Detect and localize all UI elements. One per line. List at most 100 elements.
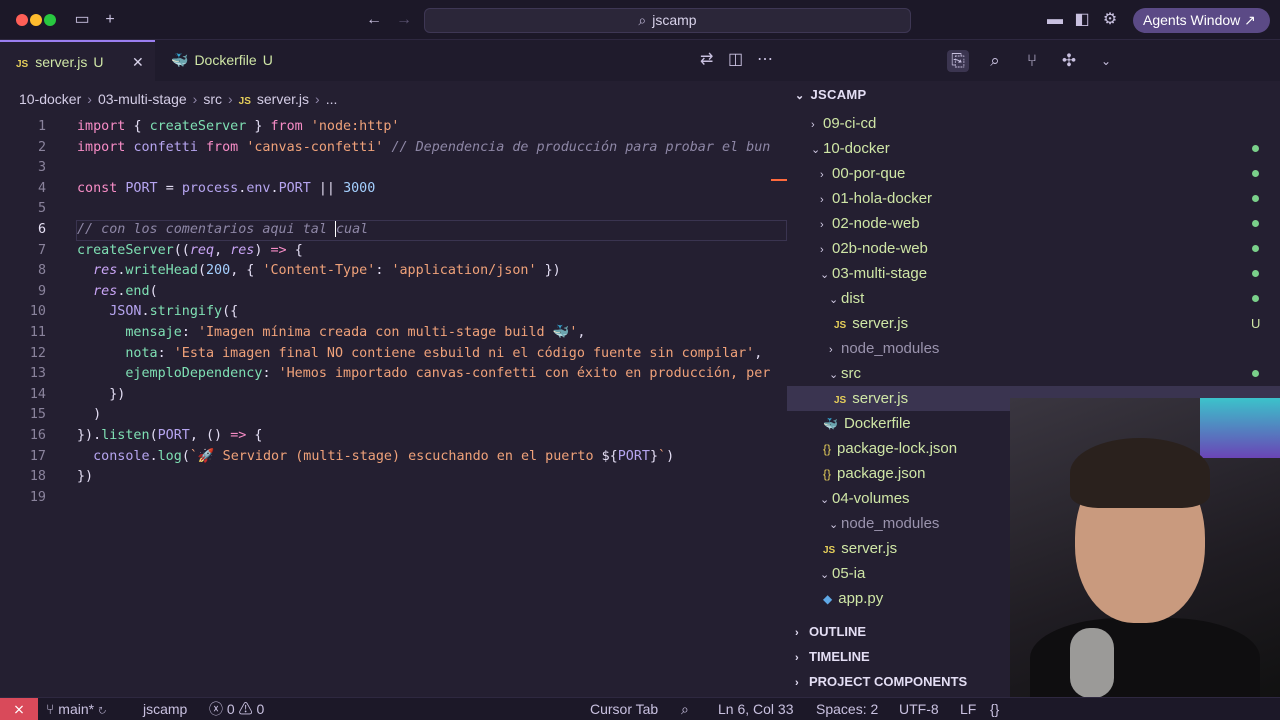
- chevron-right-icon: ›: [795, 627, 799, 639]
- tree-folder-dist[interactable]: ⌄ dist: [787, 286, 1280, 311]
- modified-dot: [1252, 295, 1259, 302]
- chevron-right-icon: ›: [829, 344, 833, 356]
- tab-dockerfile[interactable]: 🐳 Dockerfile U: [155, 40, 295, 81]
- timeline-section-header[interactable]: › TIMELINE: [795, 649, 870, 664]
- workspace-name[interactable]: jscamp: [143, 698, 187, 720]
- source-control-icon[interactable]: ⑂: [1021, 50, 1043, 72]
- explorer-root-header[interactable]: ⌄ JSCAMP: [795, 87, 867, 102]
- code-line: 2 import confetti from 'canvas-confetti' …: [37, 139, 771, 155]
- chat-icon[interactable]: ▭: [72, 10, 92, 30]
- modified-dot: [1252, 245, 1259, 252]
- remote-indicator-icon[interactable]: ⨯: [0, 698, 38, 720]
- error-icon: ⓧ: [209, 701, 227, 717]
- tree-folder-01-hola-docker[interactable]: › 01-hola-docker: [787, 186, 1280, 211]
- untracked-badge: U: [1251, 316, 1261, 331]
- tree-folder-03-multi-stage[interactable]: ⌄ 03-multi-stage: [787, 261, 1280, 286]
- chevron-down-icon: ⌄: [829, 294, 839, 306]
- breadcrumb-item[interactable]: 10-docker: [19, 91, 81, 107]
- tab-label: Dockerfile: [194, 52, 257, 68]
- branch-indicator[interactable]: ⑂ main* ↻: [46, 698, 106, 720]
- gear-icon[interactable]: ⚙: [1100, 10, 1120, 30]
- chevron-right-icon: ›: [820, 169, 824, 181]
- modified-dot: [1252, 270, 1259, 277]
- chevron-down-icon: ⌄: [820, 569, 830, 581]
- close-icon[interactable]: ✕: [132, 42, 144, 83]
- toggle-sidebar-icon[interactable]: ◧: [1072, 10, 1092, 30]
- background-light: [1200, 398, 1280, 458]
- code-line: 14 }): [29, 386, 126, 402]
- problems-indicator[interactable]: ⓧ 0 ⚠ 0: [209, 698, 264, 720]
- code-line: 13 ejemploDependency: 'Hemos importado c…: [29, 366, 771, 382]
- cursor-tab-item[interactable]: Cursor Tab: [590, 698, 658, 720]
- webcam-overlay: [1010, 398, 1280, 698]
- breadcrumb-item[interactable]: 03-multi-stage: [98, 91, 187, 107]
- line-ending[interactable]: LF: [960, 698, 976, 720]
- chevron-right-icon: ›: [795, 677, 799, 689]
- docker-icon: 🐳: [171, 52, 189, 68]
- maximize-window-button[interactable]: [44, 14, 56, 26]
- code-editor[interactable]: 1 import { createServer } from 'node:http…: [0, 117, 787, 637]
- code-line-active: 6// con los comentarios aqui tal cual: [0, 220, 787, 241]
- zoom-icon[interactable]: ⌕: [681, 698, 689, 720]
- modified-dot: [1252, 145, 1259, 152]
- toggle-panel-icon[interactable]: ▬: [1045, 10, 1065, 30]
- chevron-right-icon: ›: [820, 244, 824, 256]
- chevron-down-icon: ⌄: [811, 144, 821, 156]
- breadcrumb: 10-docker › 03-multi-stage › src › JS server.js…: [19, 89, 337, 109]
- tab-server-js[interactable]: JS server.js U ✕: [0, 40, 155, 81]
- code-line: 11 mensaje: 'Imagen mínima creada con mu…: [29, 325, 586, 340]
- cursor-position[interactable]: Ln 6, Col 33: [718, 698, 794, 720]
- close-window-button[interactable]: [16, 14, 28, 26]
- breadcrumb-item[interactable]: src: [203, 91, 222, 107]
- modified-dot: [1252, 220, 1259, 227]
- explorer-files-icon[interactable]: ⎘: [947, 50, 969, 72]
- json-file-icon: {}: [823, 442, 832, 456]
- code-line: 1 import { createServer } from 'node:http…: [37, 119, 400, 134]
- javascript-file-icon: JS: [834, 395, 847, 406]
- chevron-right-icon: ›: [315, 91, 320, 107]
- tree-folder-00-por-que[interactable]: › 00-por-que: [787, 161, 1280, 186]
- tree-file-server-js[interactable]: JS server.js U: [787, 311, 1280, 336]
- untracked-badge: U: [262, 52, 273, 68]
- tree-folder-src[interactable]: ⌄ src: [787, 361, 1280, 386]
- tree-folder-02-node-web[interactable]: › 02-node-web: [787, 211, 1280, 236]
- compare-icon[interactable]: ⇄: [700, 52, 713, 68]
- project-components-section-header[interactable]: › PROJECT COMPONENTS: [795, 674, 967, 689]
- more-actions-icon[interactable]: ⋯: [757, 52, 773, 68]
- sync-icon: ↻: [97, 701, 107, 717]
- title-bar: ▭ + ← → ⌕ jscamp ▬ ◧ ⚙ Agents Window ↗: [0, 0, 1280, 40]
- branch-icon: ⑂: [46, 701, 59, 717]
- tree-folder-09-ci-cd[interactable]: › 09-ci-cd: [787, 111, 1280, 136]
- scrollbar-change-marker: [771, 179, 787, 181]
- tab-label: server.js: [35, 54, 88, 70]
- back-arrow-icon[interactable]: ←: [364, 10, 384, 30]
- presenter-body: [1030, 618, 1260, 698]
- chevron-down-icon[interactable]: ⌄: [1095, 50, 1117, 72]
- split-editor-icon[interactable]: ◫: [728, 52, 743, 68]
- language-mode-icon[interactable]: {}: [990, 698, 999, 720]
- code-line: 9 res.end(: [37, 283, 158, 299]
- tree-folder-node-modules[interactable]: › node_modules: [787, 336, 1280, 361]
- tree-folder-02b-node-web[interactable]: › 02b-node-web: [787, 236, 1280, 261]
- code-line: 15 ): [29, 407, 102, 423]
- breadcrumb-item[interactable]: ...: [326, 91, 338, 107]
- forward-arrow-icon[interactable]: →: [394, 10, 414, 30]
- agents-window-button[interactable]: Agents Window ↗: [1133, 8, 1270, 33]
- command-search-box[interactable]: ⌕ jscamp: [424, 8, 911, 33]
- new-tab-icon[interactable]: +: [100, 10, 120, 30]
- status-bar: ⨯ ⑂ main* ↻ jscamp ⓧ 0 ⚠ 0 Cursor Tab ⌕ …: [0, 697, 1280, 720]
- code-line: 4 const PORT = process.env.PORT || 3000: [37, 180, 376, 196]
- code-line: 7 createServer((req, res) => {: [37, 242, 303, 258]
- outline-section-header[interactable]: › OUTLINE: [795, 624, 866, 639]
- extensions-icon[interactable]: ✣: [1058, 50, 1080, 72]
- chevron-right-icon: ›: [227, 91, 233, 107]
- modified-dot: [1252, 370, 1259, 377]
- indentation[interactable]: Spaces: 2: [816, 698, 878, 720]
- breadcrumb-item[interactable]: server.js: [257, 91, 309, 107]
- search-icon[interactable]: ⌕: [984, 50, 1006, 72]
- code-line: 12 nota: 'Esta imagen final NO contiene …: [29, 345, 763, 361]
- code-line: 10 JSON.stringify({: [29, 304, 239, 320]
- minimize-window-button[interactable]: [30, 14, 42, 26]
- tree-folder-10-docker[interactable]: ⌄ 10-docker: [787, 136, 1280, 161]
- encoding[interactable]: UTF-8: [899, 698, 939, 720]
